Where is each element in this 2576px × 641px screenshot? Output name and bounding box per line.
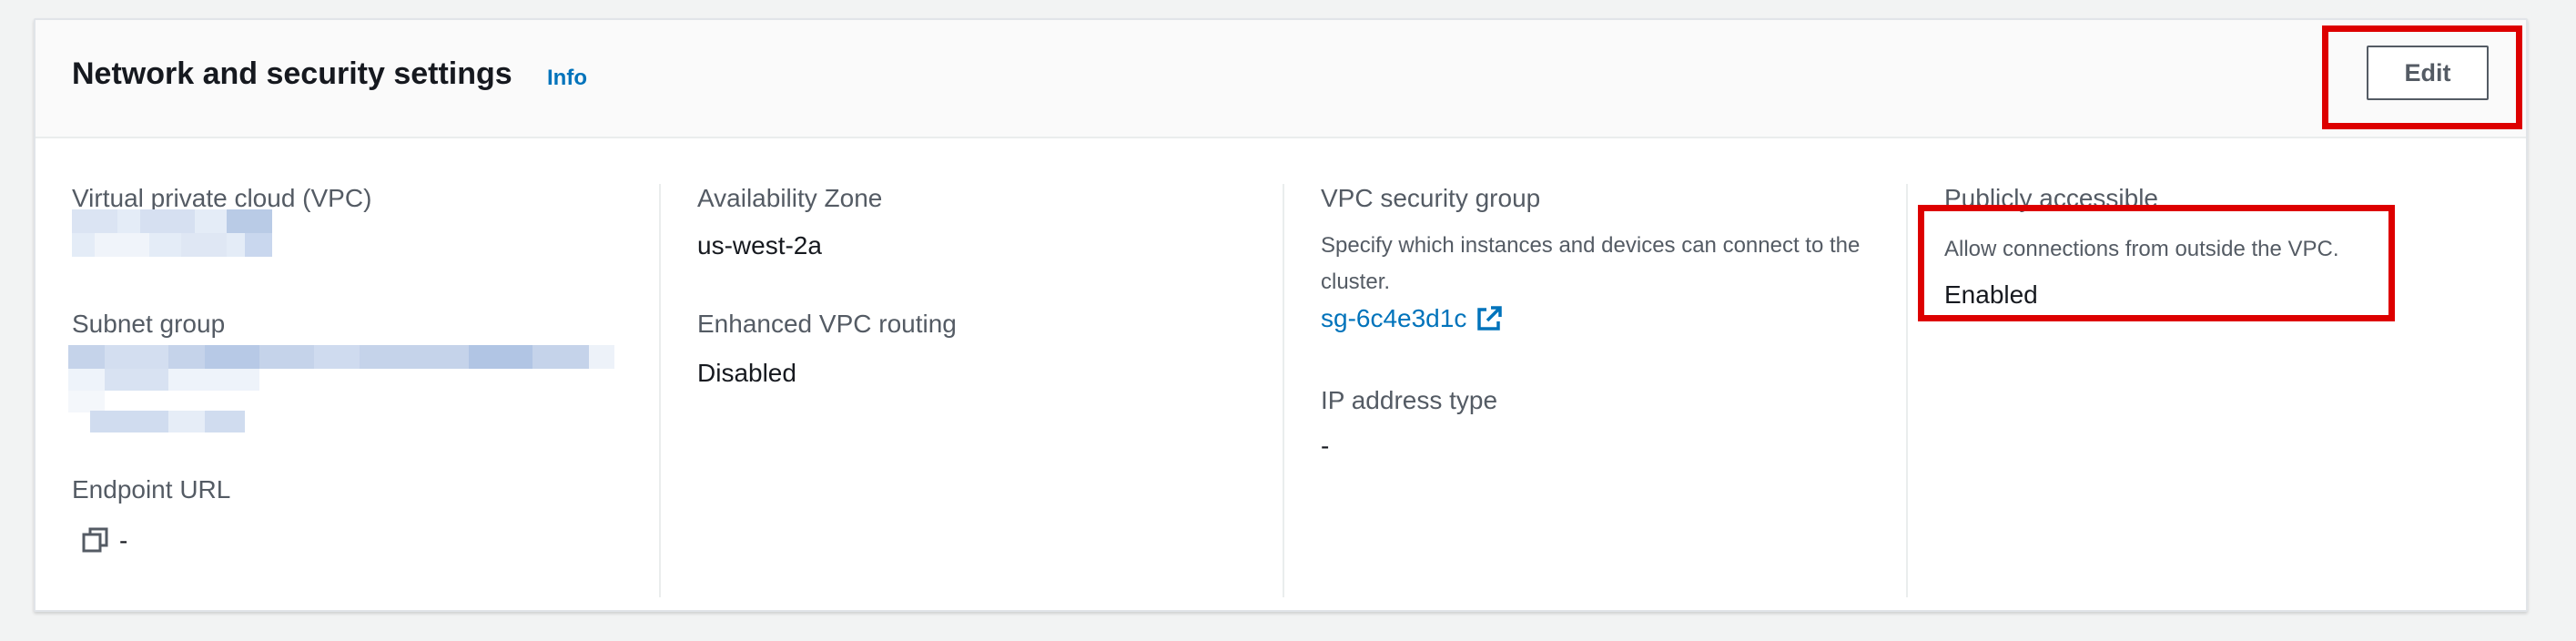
column-divider bbox=[1906, 184, 1908, 597]
panel-title: Network and security settings bbox=[72, 56, 512, 91]
enhanced-routing-label: Enhanced VPC routing bbox=[697, 310, 957, 338]
security-group-label: VPC security group bbox=[1321, 184, 1541, 212]
subnet-label: Subnet group bbox=[72, 310, 226, 338]
panel-header: Network and security settings Info bbox=[35, 20, 2526, 138]
copy-icon[interactable] bbox=[81, 525, 112, 556]
security-group-description: Specify which instances and devices can … bbox=[1321, 233, 1861, 294]
vpc-value-redacted bbox=[72, 209, 272, 257]
subnet-value-redacted bbox=[68, 345, 614, 432]
availability-zone-label: Availability Zone bbox=[697, 184, 883, 212]
endpoint-value: - bbox=[119, 526, 128, 555]
public-access-highlight-box bbox=[1918, 205, 2395, 321]
external-link-icon bbox=[1477, 306, 1503, 331]
endpoint-label: Endpoint URL bbox=[72, 475, 231, 504]
column-divider bbox=[1283, 184, 1284, 597]
security-group-link-text[interactable]: sg-6c4e3d1c bbox=[1321, 304, 1466, 333]
edit-highlight-box bbox=[2322, 25, 2522, 129]
enhanced-routing-value: Disabled bbox=[697, 359, 796, 387]
security-group-link[interactable]: sg-6c4e3d1c bbox=[1321, 304, 1503, 333]
availability-zone-value: us-west-2a bbox=[697, 231, 822, 259]
ip-type-value: - bbox=[1321, 432, 1330, 460]
info-link[interactable]: Info bbox=[547, 66, 587, 91]
ip-type-label: IP address type bbox=[1321, 386, 1498, 414]
column-divider bbox=[659, 184, 661, 597]
